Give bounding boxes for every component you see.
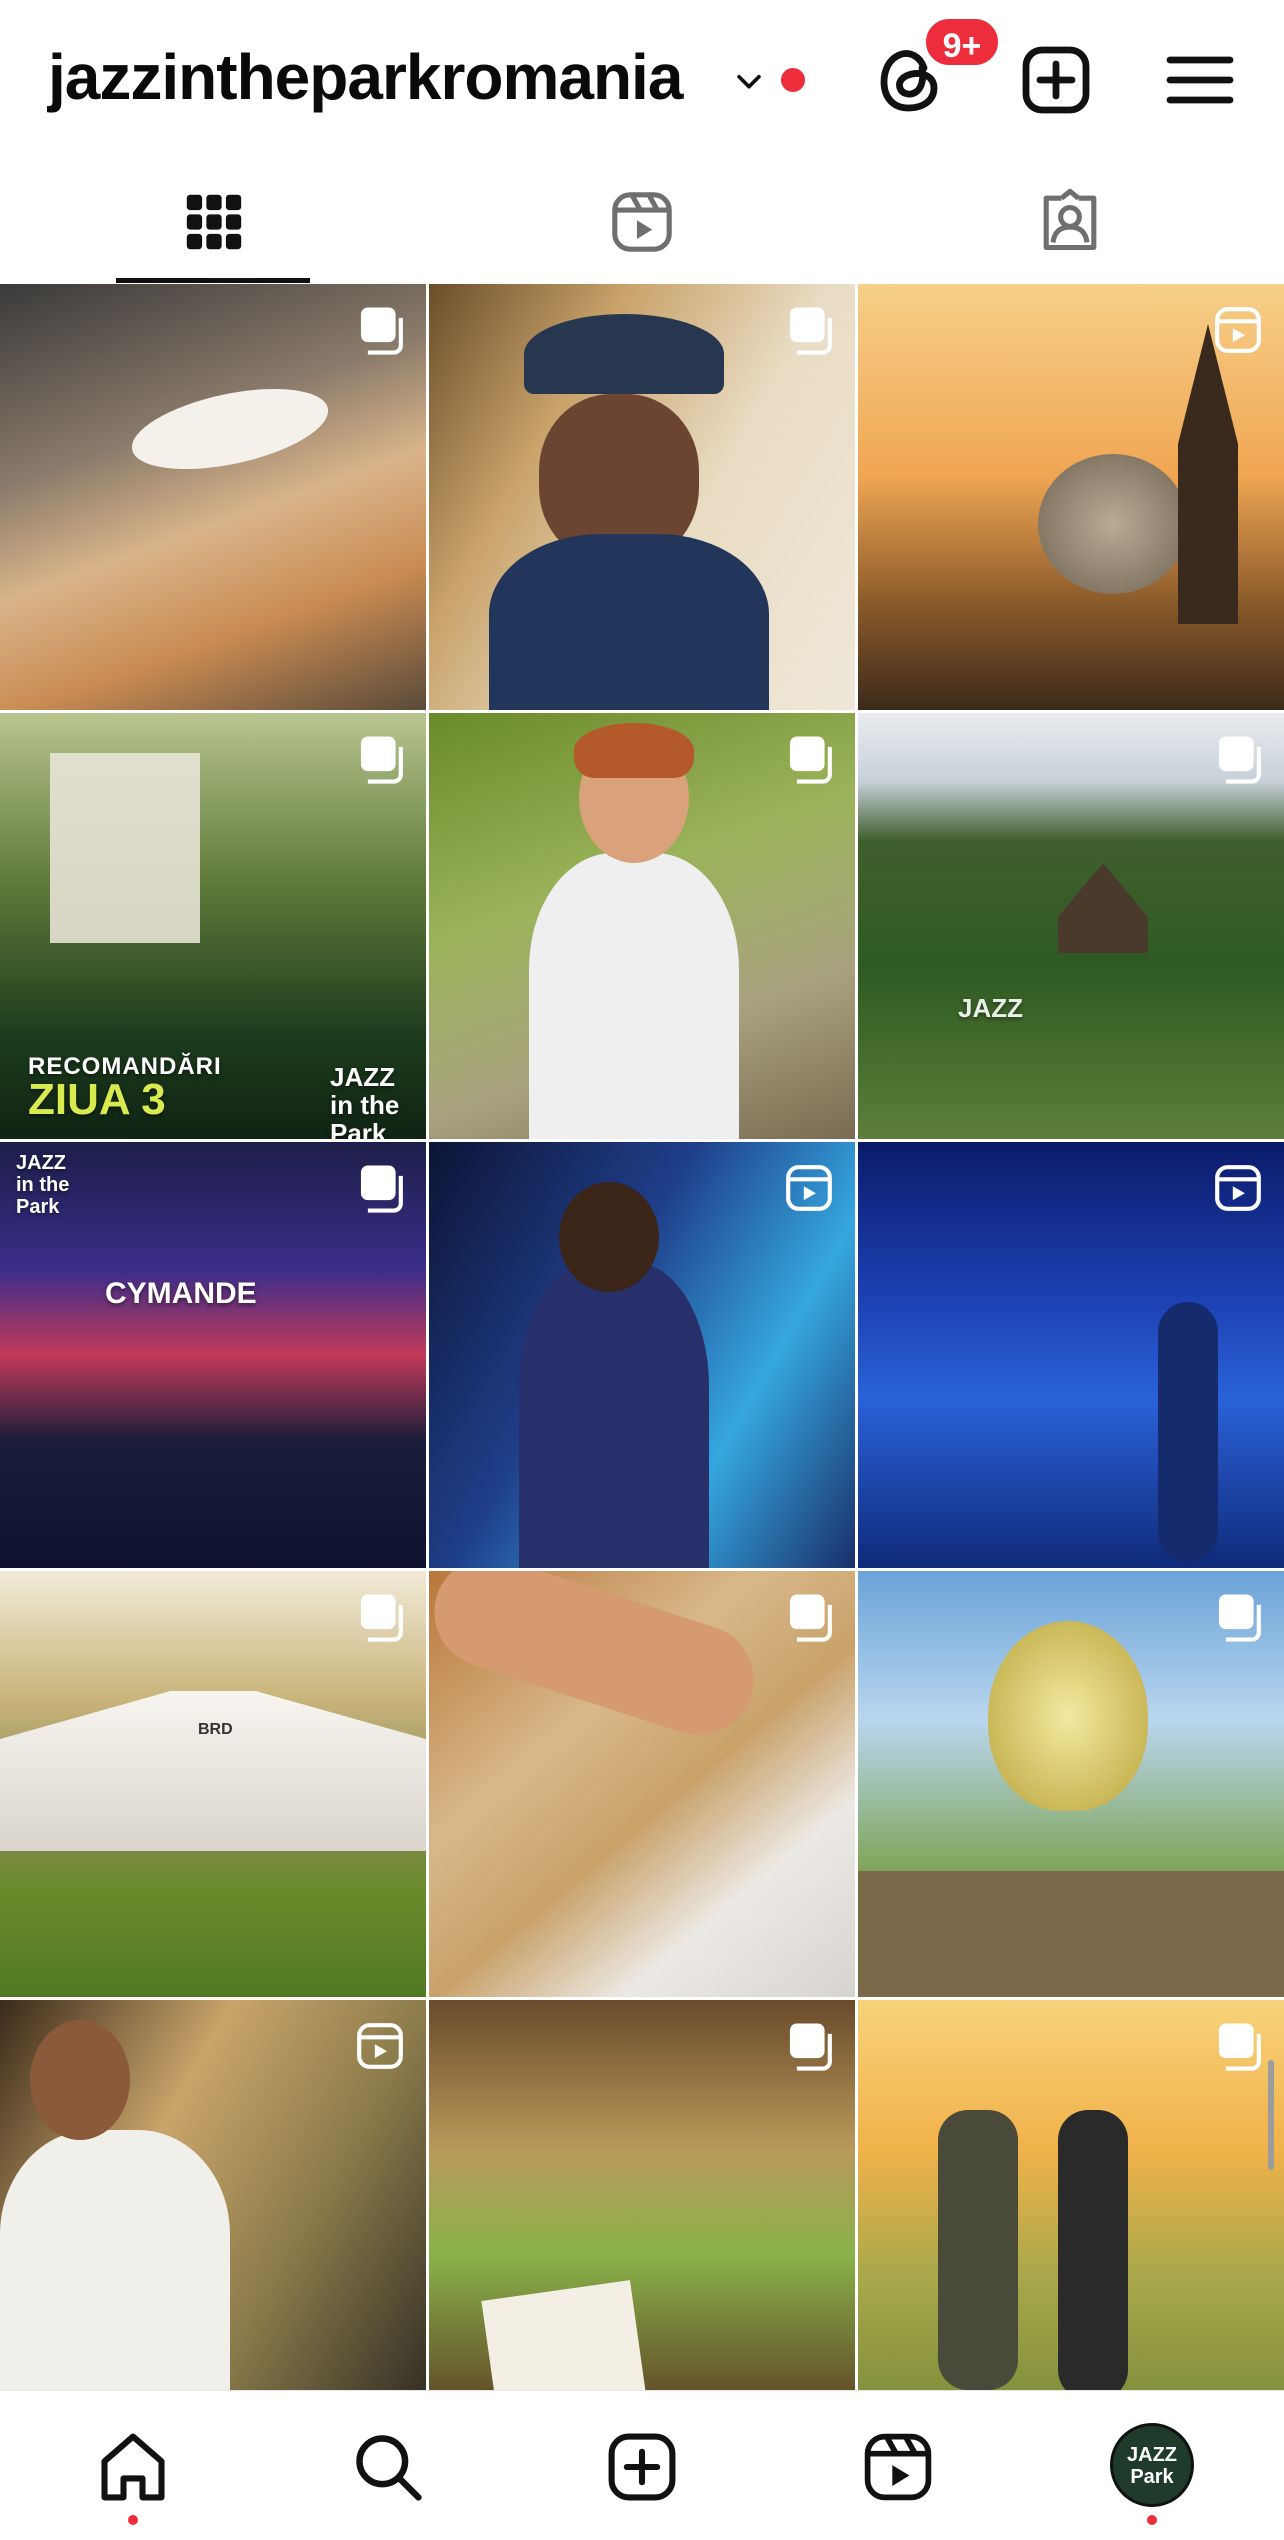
face-shape	[30, 2020, 130, 2140]
post-tile-8[interactable]	[429, 1142, 855, 1568]
nav-search[interactable]	[350, 2429, 426, 2505]
shirt-shape	[489, 534, 769, 710]
balloon-shape	[988, 1621, 1148, 1811]
chevron-down-icon[interactable]	[732, 64, 766, 98]
carousel-icon	[1218, 2023, 1261, 2071]
reel-icon	[1215, 307, 1261, 353]
hair-shape	[574, 723, 694, 778]
bottom-nav: JAZZ Park	[0, 2390, 1284, 2540]
tab-tagged[interactable]	[856, 160, 1284, 284]
post-caption: CYMANDE	[105, 1277, 257, 1310]
profile-active-dot	[1147, 2515, 1157, 2525]
carousel-icon	[789, 736, 832, 784]
post-tile-15[interactable]	[858, 2000, 1284, 2390]
account-username[interactable]: jazzintheparkromania	[48, 40, 683, 114]
sponsor-label: BRD	[198, 1721, 233, 1738]
unread-dot	[781, 68, 805, 92]
post-caption: JAZZ	[958, 993, 1023, 1023]
nav-reels[interactable]	[860, 2429, 936, 2505]
performer-shape	[519, 1262, 709, 1568]
post-tile-6[interactable]: JAZZ	[858, 713, 1284, 1139]
profile-header: jazzintheparkromania 9+	[0, 0, 1284, 155]
home-icon	[101, 2433, 165, 2501]
carousel-icon	[789, 2023, 832, 2071]
arm-shape	[429, 1571, 768, 1750]
post-tile-14[interactable]	[429, 2000, 855, 2390]
balloon-shape	[1038, 454, 1188, 594]
posts-grid: RECOMANDĂRI ZIUA 3 JAZZ in the Park JAZZ…	[0, 284, 1284, 2390]
carousel-icon	[360, 1594, 403, 1642]
church-shape	[1058, 863, 1148, 953]
nav-home[interactable]	[95, 2429, 171, 2505]
post-tile-11[interactable]	[429, 1571, 855, 1997]
performer-shape	[1158, 1302, 1218, 1562]
avatar-text-line1: JAZZ	[1127, 2444, 1177, 2466]
reel-icon	[786, 1165, 832, 1211]
fence-shape	[858, 1871, 1284, 1997]
church-tower	[1178, 324, 1238, 624]
post-tile-10[interactable]: BRD	[0, 1571, 426, 1997]
brochure-shape	[481, 2280, 647, 2390]
post-caption-line2: ZIUA 3	[28, 1075, 166, 1124]
tagged-icon	[1043, 188, 1097, 251]
grid-icon	[186, 194, 242, 250]
notification-badge: 9+	[922, 15, 1002, 69]
post-tile-4[interactable]: RECOMANDĂRI ZIUA 3 JAZZ in the Park	[0, 713, 426, 1139]
create-icon	[608, 2433, 676, 2501]
plus-square-icon[interactable]	[1016, 40, 1096, 120]
reels-icon	[864, 2433, 932, 2501]
profile-tabs	[0, 160, 1284, 284]
active-tab-indicator	[116, 278, 310, 283]
post-tile-2[interactable]	[429, 284, 855, 710]
person-shape	[1058, 2110, 1128, 2390]
shirt-shape	[0, 2130, 230, 2390]
post-brand: JAZZ in the Park	[330, 1062, 400, 1139]
tab-reels[interactable]	[428, 160, 856, 284]
tent-shape	[0, 1691, 426, 1851]
carousel-icon	[1218, 1594, 1261, 1642]
profile-avatar[interactable]: JAZZ Park	[1110, 2423, 1194, 2507]
post-tile-9[interactable]	[858, 1142, 1284, 1568]
carousel-icon	[360, 307, 403, 355]
home-active-dot	[128, 2515, 138, 2525]
post-tile-1[interactable]	[0, 284, 426, 710]
banner-shape	[50, 753, 200, 943]
carousel-icon	[1218, 736, 1261, 784]
post-brand: JAZZ in the Park	[16, 1152, 70, 1218]
scrollbar[interactable]	[1268, 2060, 1274, 2170]
avatar-text-line2: Park	[1130, 2466, 1174, 2488]
carousel-icon	[360, 1165, 403, 1213]
reel-icon	[1215, 1165, 1261, 1211]
carousel-icon	[789, 1594, 832, 1642]
post-tile-3[interactable]	[858, 284, 1284, 710]
post-tile-13[interactable]	[0, 2000, 426, 2390]
person-shape	[938, 2110, 1018, 2390]
reel-icon	[357, 2023, 403, 2069]
post-tile-7[interactable]: CYMANDE JAZZ in the Park	[0, 1142, 426, 1568]
post-tile-5[interactable]	[429, 713, 855, 1139]
shirt-shape	[529, 853, 739, 1139]
carousel-icon	[360, 736, 403, 784]
search-icon	[356, 2435, 422, 2501]
carousel-icon	[789, 307, 832, 355]
reels-icon	[612, 192, 672, 252]
face-shape	[559, 1182, 659, 1292]
tab-grid[interactable]	[0, 160, 428, 284]
post-tile-12[interactable]	[858, 1571, 1284, 1997]
plate-shape	[124, 373, 336, 485]
cap-shape	[524, 314, 724, 394]
hamburger-menu-icon[interactable]	[1160, 40, 1240, 120]
nav-create[interactable]	[604, 2429, 680, 2505]
